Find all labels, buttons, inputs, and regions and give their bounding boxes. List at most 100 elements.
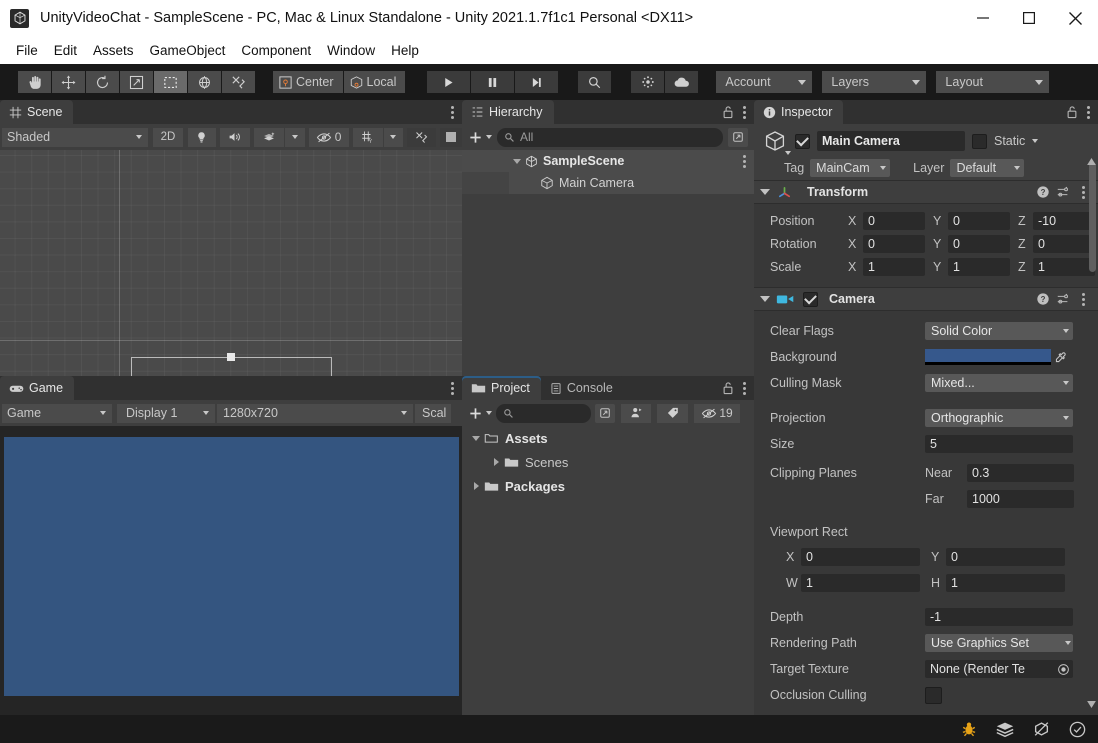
- scene-shading-dropdown[interactable]: Shaded: [2, 127, 149, 147]
- scene-hidden-objects-toggle[interactable]: 0: [308, 127, 349, 147]
- near-input[interactable]: 0.3: [967, 464, 1074, 482]
- project-row-assets[interactable]: Assets: [462, 426, 754, 450]
- scale-z-input[interactable]: 1: [1033, 258, 1095, 276]
- collab-icon-button[interactable]: [631, 71, 665, 93]
- game-scale-label-ctl[interactable]: Scal: [415, 403, 452, 423]
- scale-tool-button[interactable]: [120, 71, 153, 93]
- viewport-x-input[interactable]: 0: [801, 548, 920, 566]
- selection-handle-top[interactable]: [227, 353, 235, 361]
- position-x-input[interactable]: 0: [863, 212, 925, 230]
- layer-dropdown[interactable]: Default: [950, 159, 1025, 177]
- occlusion-culling-checkbox[interactable]: [925, 686, 942, 704]
- rotate-tool-button[interactable]: [86, 71, 119, 93]
- play-button[interactable]: [427, 71, 471, 93]
- check-circle-icon[interactable]: [1066, 718, 1088, 740]
- menu-window[interactable]: Window: [319, 41, 383, 60]
- cloud-icon-button[interactable]: [665, 71, 699, 93]
- prefab-chevron-down-icon[interactable]: [785, 151, 791, 155]
- inspector-scrollbar[interactable]: [1088, 162, 1097, 707]
- scene-grid-dropdown[interactable]: [383, 127, 404, 147]
- tab-hierarchy[interactable]: Hierarchy: [462, 100, 554, 124]
- rotation-y-input[interactable]: 0: [948, 235, 1010, 253]
- pivot-rotation-button[interactable]: Local: [343, 71, 406, 93]
- lock-open-icon[interactable]: [722, 381, 734, 395]
- background-color-swatch[interactable]: [925, 349, 1051, 365]
- step-button[interactable]: [515, 71, 559, 93]
- account-dropdown[interactable]: Account: [716, 71, 813, 93]
- scene-2d-toggle[interactable]: 2D: [153, 127, 183, 147]
- viewport-y-input[interactable]: 0: [946, 548, 1065, 566]
- help-icon[interactable]: ?: [1036, 185, 1050, 199]
- rotation-x-input[interactable]: 0: [863, 235, 925, 253]
- hierarchy-menu-kebab-icon[interactable]: [743, 105, 746, 119]
- project-twisty-scenes[interactable]: [488, 458, 504, 466]
- layout-dropdown[interactable]: Layout: [936, 71, 1050, 93]
- scene-grid-toggle[interactable]: Y: [352, 127, 383, 147]
- tag-dropdown[interactable]: MainCam: [810, 159, 891, 177]
- position-z-input[interactable]: -10: [1033, 212, 1095, 230]
- scene-fx-dropdown[interactable]: [285, 127, 305, 147]
- game-menu-kebab-icon[interactable]: [451, 381, 454, 395]
- scene-menu-kebab-icon[interactable]: [451, 105, 454, 119]
- depth-input[interactable]: -1: [925, 608, 1073, 626]
- lock-open-icon[interactable]: [722, 105, 734, 119]
- scene-viewport[interactable]: Main Camera: [0, 150, 462, 376]
- help-icon[interactable]: ?: [1036, 292, 1050, 306]
- hierarchy-row-kebab-icon[interactable]: [743, 154, 746, 168]
- tab-project[interactable]: Project: [462, 376, 541, 400]
- transform-tool-button[interactable]: [188, 71, 221, 93]
- pause-button[interactable]: [471, 71, 515, 93]
- scene-lighting-toggle[interactable]: [187, 127, 216, 147]
- lock-open-icon[interactable]: [1066, 105, 1078, 119]
- layers-stack-icon[interactable]: [994, 718, 1016, 740]
- preset-icon[interactable]: [1056, 185, 1070, 199]
- triangle-down-icon[interactable]: [760, 189, 770, 195]
- maximize-button[interactable]: [1006, 0, 1052, 36]
- project-twisty-assets[interactable]: [468, 435, 484, 441]
- triangle-down-icon[interactable]: [760, 296, 770, 302]
- hierarchy-expand-button[interactable]: [728, 127, 748, 147]
- menu-component[interactable]: Component: [233, 41, 319, 60]
- project-twisty-packages[interactable]: [468, 482, 484, 490]
- menu-file[interactable]: File: [8, 41, 46, 60]
- camera-enabled-checkbox[interactable]: [803, 291, 818, 307]
- move-tool-button[interactable]: [52, 71, 85, 93]
- project-row-packages[interactable]: Packages: [462, 474, 754, 498]
- tab-inspector[interactable]: Inspector: [754, 100, 844, 124]
- camera-component-header[interactable]: Camera ?: [754, 287, 1098, 311]
- scroll-down-arrow-icon[interactable]: [1087, 697, 1096, 711]
- eyedropper-icon[interactable]: [1051, 351, 1070, 364]
- target-texture-field[interactable]: None (Render Te: [925, 660, 1073, 678]
- layers-dropdown[interactable]: Layers: [822, 71, 927, 93]
- scale-x-input[interactable]: 1: [863, 258, 925, 276]
- scene-fx-toggle[interactable]: [253, 127, 285, 147]
- search-icon-button[interactable]: [578, 71, 612, 93]
- project-menu-kebab-icon[interactable]: [743, 381, 746, 395]
- scene-gizmos-toggle[interactable]: [407, 127, 437, 147]
- culling-mask-dropdown[interactable]: Mixed...: [925, 374, 1073, 392]
- projection-dropdown[interactable]: Orthographic: [925, 409, 1073, 427]
- inspector-menu-kebab-icon[interactable]: [1087, 105, 1090, 119]
- game-viewport[interactable]: [0, 426, 462, 723]
- tab-game[interactable]: Game: [0, 376, 75, 400]
- game-playmode-dropdown[interactable]: Game: [2, 403, 112, 423]
- hand-tool-button[interactable]: [18, 71, 51, 93]
- static-chevron-down-icon[interactable]: [1032, 139, 1039, 143]
- minimize-button[interactable]: [960, 0, 1006, 36]
- scale-y-input[interactable]: 1: [948, 258, 1010, 276]
- tab-console[interactable]: Console: [540, 376, 624, 400]
- rendering-path-dropdown[interactable]: Use Graphics Set: [925, 634, 1073, 652]
- project-search-input[interactable]: [496, 403, 591, 423]
- bug-icon[interactable]: [958, 718, 980, 740]
- game-display-dropdown[interactable]: Display 1: [117, 403, 215, 423]
- menu-assets[interactable]: Assets: [85, 41, 142, 60]
- project-expand-button[interactable]: [595, 403, 615, 423]
- menu-gameobject[interactable]: GameObject: [142, 41, 234, 60]
- far-input[interactable]: 1000: [967, 490, 1074, 508]
- scene-audio-toggle[interactable]: [219, 127, 250, 147]
- size-input[interactable]: 5: [925, 435, 1073, 453]
- pivot-mode-button[interactable]: Center: [273, 71, 343, 93]
- menu-help[interactable]: Help: [383, 41, 427, 60]
- gameobject-enabled-checkbox[interactable]: [795, 133, 810, 149]
- custom-tool-button[interactable]: [222, 71, 255, 93]
